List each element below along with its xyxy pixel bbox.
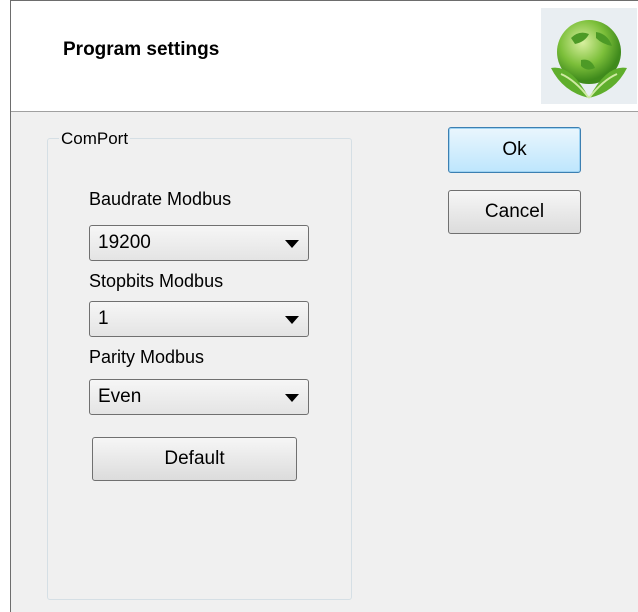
stopbits-select[interactable]: 1 [89, 301, 309, 337]
baudrate-label: Baudrate Modbus [89, 189, 232, 209]
dialog-header: Program settings [11, 1, 638, 112]
program-settings-dialog: Program settings ComPort Baudrate Modbus… [10, 0, 638, 612]
chevron-down-icon [285, 394, 299, 402]
chevron-down-icon [285, 316, 299, 324]
ok-button[interactable]: Ok [448, 127, 581, 173]
parity-select[interactable]: Even [89, 379, 309, 415]
default-button[interactable]: Default [92, 437, 297, 481]
comport-group-label: ComPort [59, 129, 131, 149]
baudrate-select[interactable]: 19200 [89, 225, 309, 261]
globe-leaf-logo-icon [541, 8, 637, 104]
parity-label: Parity Modbus [89, 347, 205, 367]
parity-value: Even [98, 386, 142, 407]
stopbits-value: 1 [98, 308, 109, 329]
stopbits-label: Stopbits Modbus [89, 271, 224, 291]
dialog-title: Program settings [63, 39, 220, 60]
chevron-down-icon [285, 240, 299, 248]
baudrate-value: 19200 [98, 232, 151, 253]
cancel-button[interactable]: Cancel [448, 190, 581, 234]
